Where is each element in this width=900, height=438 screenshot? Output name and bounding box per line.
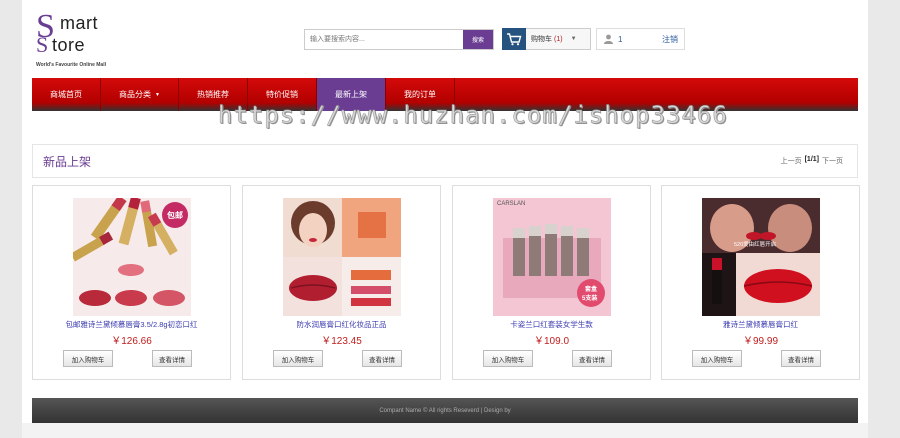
product-price: ￥123.45	[321, 336, 362, 347]
nav-item-label: 最新上架	[334, 90, 367, 99]
cart-label: 购物车	[531, 36, 552, 43]
box-sub-label: 5支装	[582, 296, 598, 302]
pager: 上一页 [1/1] 下一页	[781, 156, 843, 166]
product-image[interactable]	[283, 198, 401, 316]
user-icon	[601, 34, 615, 44]
nav-item-label: 热销推荐	[196, 90, 229, 99]
footer: Compant Name © All rights Reseverd | Des…	[32, 398, 858, 423]
logo-tagline: World's Favourite Online Mall	[36, 62, 106, 68]
section-header: 新品上架 上一页 [1/1] 下一页	[32, 144, 858, 178]
box-label: 套盒	[585, 287, 598, 293]
product-card: 防水润唇膏口红化妆品正品 ￥123.45 加入购物车 查看详情	[242, 185, 441, 380]
nav-item-home[interactable]: 商城首页	[32, 78, 101, 111]
footer-text: Compant Name © All rights Reseverd | Des…	[379, 407, 511, 414]
page: S mart S tore World's Favourite Online M…	[22, 0, 868, 438]
product-card: 520爱由红唇开启 雅诗兰黛倾慕唇膏口红 ￥99.99 加入购物车 查看详情	[661, 185, 860, 380]
logo-letter-s2: S	[36, 32, 49, 57]
logo-word-mart: mart	[60, 13, 98, 33]
nav-item-categories[interactable]: 商品分类 ▼	[101, 78, 179, 111]
user-id-link[interactable]: 1	[618, 35, 622, 44]
view-details-button[interactable]: 查看详情	[362, 350, 402, 367]
nav-item-label: 商城首页	[50, 90, 82, 99]
section-title: 新品上架	[43, 154, 92, 169]
site-logo[interactable]: S mart S tore World's Favourite Online M…	[36, 10, 176, 69]
page-indicator: [1/1]	[804, 156, 819, 163]
bottom-strip	[22, 423, 868, 438]
product-name-link[interactable]: 包邮雅诗兰黛倾慕唇膏3.5/2.8g初恋口红	[33, 319, 230, 330]
logout-link[interactable]: 注销	[662, 34, 678, 45]
chevron-down-icon: ▼	[570, 36, 577, 42]
watermark: https://www.huzhan.com/ishop33466	[218, 101, 728, 129]
nav-item-label: 商品分类	[119, 90, 151, 99]
product-price: ￥126.66	[111, 336, 152, 347]
product-image[interactable]: 包邮	[73, 198, 191, 316]
product-caption: 520爱由红唇开启	[734, 242, 777, 248]
product-name-link[interactable]: 卡姿兰口红套装女学生款	[453, 319, 650, 330]
nav-item-label: 我的订单	[403, 90, 436, 99]
nav-item-label: 特价促销	[265, 90, 298, 99]
user-box: 1 注销	[596, 28, 685, 50]
next-page-link[interactable]: 下一页	[822, 156, 843, 166]
product-name-link[interactable]: 防水润唇膏口红化妆品正品	[243, 319, 440, 330]
product-card: CARSLAN 套盒 5支装 卡姿兰口红套装女学生款 ￥109.0 加入购物车 …	[452, 185, 651, 380]
product-image[interactable]: 520爱由红唇开启	[702, 198, 820, 316]
brand-label: CARSLAN	[497, 201, 526, 207]
cart-dropdown[interactable]: 购物车 (1) ▼	[502, 28, 591, 50]
add-to-cart-button[interactable]: 加入购物车	[63, 350, 113, 367]
add-to-cart-button[interactable]: 加入购物车	[692, 350, 742, 367]
search-input[interactable]	[305, 30, 463, 49]
logo-word-tore: tore	[52, 35, 86, 55]
cart-count: (1)	[554, 35, 563, 43]
product-price: ￥99.99	[742, 336, 779, 347]
chevron-down-icon: ▼	[155, 91, 160, 98]
view-details-button[interactable]: 查看详情	[572, 350, 612, 367]
free-shipping-badge: 包邮	[167, 211, 183, 220]
product-name-link[interactable]: 雅诗兰黛倾慕唇膏口红	[662, 319, 859, 330]
product-price: ￥109.0	[533, 336, 570, 347]
view-details-button[interactable]: 查看详情	[152, 350, 192, 367]
product-card: 包邮 包邮雅诗兰黛倾慕唇膏3.5/2.8g初恋口红 ￥126.66 加入购物车 …	[32, 185, 231, 380]
prev-page-link[interactable]: 上一页	[781, 156, 802, 166]
view-details-button[interactable]: 查看详情	[781, 350, 821, 367]
search-bar: 搜索	[304, 29, 494, 50]
product-image[interactable]: CARSLAN 套盒 5支装	[493, 198, 611, 316]
search-button[interactable]: 搜索	[463, 30, 493, 49]
add-to-cart-button[interactable]: 加入购物车	[483, 350, 533, 367]
cart-icon	[502, 28, 526, 50]
add-to-cart-button[interactable]: 加入购物车	[273, 350, 323, 367]
